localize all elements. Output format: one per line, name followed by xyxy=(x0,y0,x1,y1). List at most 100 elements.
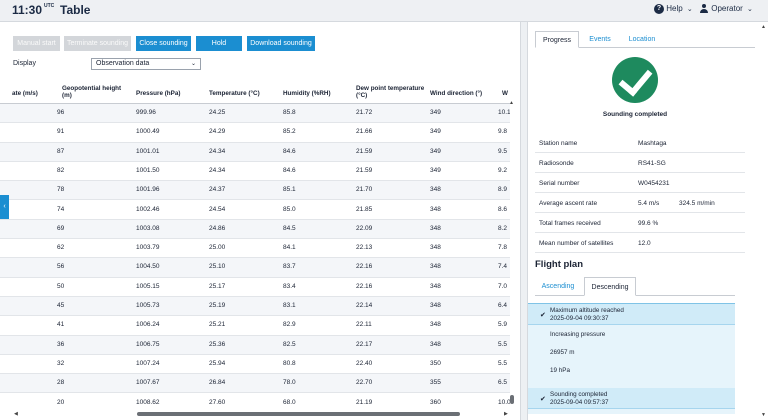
table-cell: 27.60 xyxy=(209,398,226,406)
table-cell: 9.2 xyxy=(498,166,508,174)
vertical-scrollbar[interactable]: ▲ xyxy=(509,100,515,410)
info-value: 12.0 xyxy=(638,240,651,247)
column-header[interactable]: Geopotential height (m) xyxy=(62,85,132,99)
info-label: Average ascent rate xyxy=(539,200,598,207)
hold-button[interactable]: Hold xyxy=(196,36,242,51)
info-value: 99.6 % xyxy=(638,220,659,227)
table-cell: 21.85 xyxy=(356,205,373,213)
scroll-thumb[interactable] xyxy=(510,395,514,404)
table-cell: 348 xyxy=(430,186,441,194)
table-row[interactable]: 82 1001.50 24.34 84.6 21.59 349 9.2 xyxy=(0,162,510,182)
column-header[interactable]: Temperature (°C) xyxy=(209,90,260,97)
table-row[interactable]: 41 1006.24 25.21 82.9 22.11 348 5.9 xyxy=(0,316,510,336)
table-cell: 22.40 xyxy=(356,359,373,367)
table-cell: 1000.49 xyxy=(136,128,160,136)
table-row[interactable]: 32 1007.24 25.94 80.8 22.40 350 5.5 xyxy=(0,355,510,375)
table-cell: 85.0 xyxy=(283,205,296,213)
tab-location[interactable]: Location xyxy=(622,31,662,48)
table-row[interactable]: 91 1000.49 24.29 85.2 21.66 349 9.8 xyxy=(0,123,510,143)
table-cell: 91 xyxy=(57,128,65,136)
table-cell: 8.6 xyxy=(498,205,508,213)
tab-progress[interactable]: Progress xyxy=(535,31,579,48)
event-item[interactable]: ✔ Maximum altitude reached 2025-09-04 09… xyxy=(528,304,735,325)
table-cell: 24.86 xyxy=(209,224,226,232)
table-cell: 5.9 xyxy=(498,321,508,329)
table-row[interactable]: 96 999.96 24.25 85.8 21.72 349 10.1 xyxy=(0,104,510,124)
clock: 11:30 xyxy=(12,3,43,17)
column-header[interactable]: W xyxy=(502,90,508,97)
check-circle-icon xyxy=(612,57,658,103)
table-cell: 348 xyxy=(430,205,441,213)
event-item[interactable]: ✔ Sounding completed 2025-09-04 09:57:37 xyxy=(528,388,735,409)
table-cell: 85.8 xyxy=(283,109,296,116)
table-cell: 25.21 xyxy=(209,321,226,329)
table-row[interactable]: 87 1001.01 24.34 84.6 21.59 349 9.5 xyxy=(0,142,510,162)
table-cell: 21.70 xyxy=(356,186,373,194)
panel-divider[interactable] xyxy=(520,22,528,420)
help-label: Help xyxy=(666,4,683,14)
column-header[interactable]: Wind direction (°) xyxy=(430,90,482,97)
table-cell: 1008.62 xyxy=(136,398,160,406)
table-row[interactable]: 36 1006.75 25.36 82.5 22.17 348 5.5 xyxy=(0,335,510,355)
help-menu[interactable]: ? Help ⌄ xyxy=(654,4,693,14)
table-cell: 50 xyxy=(57,282,65,290)
table-row[interactable]: 20 1008.62 27.60 68.0 21.19 360 10.0 xyxy=(0,394,510,411)
table-cell: 22.13 xyxy=(356,244,373,252)
scroll-left-icon[interactable]: ◀ xyxy=(14,411,18,417)
scroll-down-icon[interactable]: ▼ xyxy=(761,412,766,418)
table-row[interactable]: 62 1003.79 25.00 84.1 22.13 348 7.8 xyxy=(0,239,510,259)
scroll-up-icon[interactable]: ▲ xyxy=(509,100,514,106)
column-header[interactable]: Pressure (hPa) xyxy=(136,90,180,97)
event-title: Sounding completed xyxy=(550,391,608,398)
table-row[interactable]: 69 1003.08 24.86 84.5 22.09 348 8.2 xyxy=(0,219,510,240)
info-value: RS41-SG xyxy=(638,160,666,167)
horizontal-scrollbar[interactable]: ◀ ▶ xyxy=(14,411,510,417)
chevron-left-icon: ‹ xyxy=(3,203,6,210)
table-row[interactable]: 45 1005.73 25.19 83.1 22.14 348 6.4 xyxy=(0,297,510,317)
column-header[interactable]: Humidity (%RH) xyxy=(283,90,331,97)
column-header[interactable]: Dew point temperature (°C) xyxy=(356,85,428,99)
event-list: ✔ Maximum altitude reached 2025-09-04 09… xyxy=(528,303,735,414)
chevron-down-icon: ⌄ xyxy=(686,6,693,14)
table-row[interactable]: 56 1004.50 25.10 83.7 22.16 348 7.4 xyxy=(0,258,510,278)
scroll-up-icon[interactable]: ▲ xyxy=(761,24,766,30)
table-cell: 7.0 xyxy=(498,282,508,290)
table-cell: 9.5 xyxy=(498,147,508,155)
table-cell: 69 xyxy=(57,224,65,232)
table-cell: 348 xyxy=(430,302,441,309)
table-row[interactable]: 74 1002.46 24.54 85.0 21.85 348 8.6 xyxy=(0,201,510,220)
table-cell: 22.17 xyxy=(356,340,373,348)
download-sounding-button[interactable]: Download sounding xyxy=(247,36,315,51)
operator-menu[interactable]: Operator ⌄ xyxy=(699,4,753,14)
info-label: Total frames received xyxy=(539,220,601,227)
terminate-sounding-button[interactable]: Terminate sounding xyxy=(64,36,131,51)
table-cell: 21.66 xyxy=(356,128,373,136)
collapse-panel-button[interactable]: ‹ xyxy=(0,195,9,219)
table-cell: 6.4 xyxy=(498,302,508,309)
table-cell: 82.5 xyxy=(283,340,296,348)
table-cell: 83.4 xyxy=(283,282,296,290)
table-cell: 1005.73 xyxy=(136,302,160,309)
table-header: ate (m/s) Geopotential height (m) Pressu… xyxy=(0,82,510,104)
table-cell: 21.59 xyxy=(356,166,373,174)
table-row[interactable]: 50 1005.15 25.17 83.4 22.16 348 7.0 xyxy=(0,278,510,297)
panel-scrollbar[interactable]: ▲ ▼ xyxy=(760,22,768,420)
manual-start-button[interactable]: Manual start xyxy=(13,36,60,51)
scroll-thumb[interactable] xyxy=(137,412,460,416)
close-sounding-button[interactable]: Close sounding xyxy=(136,36,191,51)
column-header[interactable]: ate (m/s) xyxy=(12,90,38,97)
table-row[interactable]: 78 1001.96 24.37 85.1 21.70 348 8.9 xyxy=(0,181,510,201)
table-cell: 25.36 xyxy=(209,340,226,348)
table-cell: 28 xyxy=(57,379,65,387)
display-select[interactable]: Observation data ⌄ xyxy=(91,58,201,70)
scroll-right-icon[interactable]: ▶ xyxy=(504,411,508,417)
timezone: UTC xyxy=(44,3,55,9)
tab-ascending[interactable]: Ascending xyxy=(535,277,581,296)
table-cell: 24.37 xyxy=(209,186,226,194)
chevron-down-icon: ⌄ xyxy=(190,61,196,67)
tab-events[interactable]: Events xyxy=(582,31,618,48)
table-cell: 41 xyxy=(57,321,65,329)
info-row: Station name Mashtaga xyxy=(535,133,745,153)
tab-descending[interactable]: Descending xyxy=(584,277,636,296)
table-row[interactable]: 28 1007.67 26.84 78.0 22.70 355 6.5 xyxy=(0,374,510,394)
